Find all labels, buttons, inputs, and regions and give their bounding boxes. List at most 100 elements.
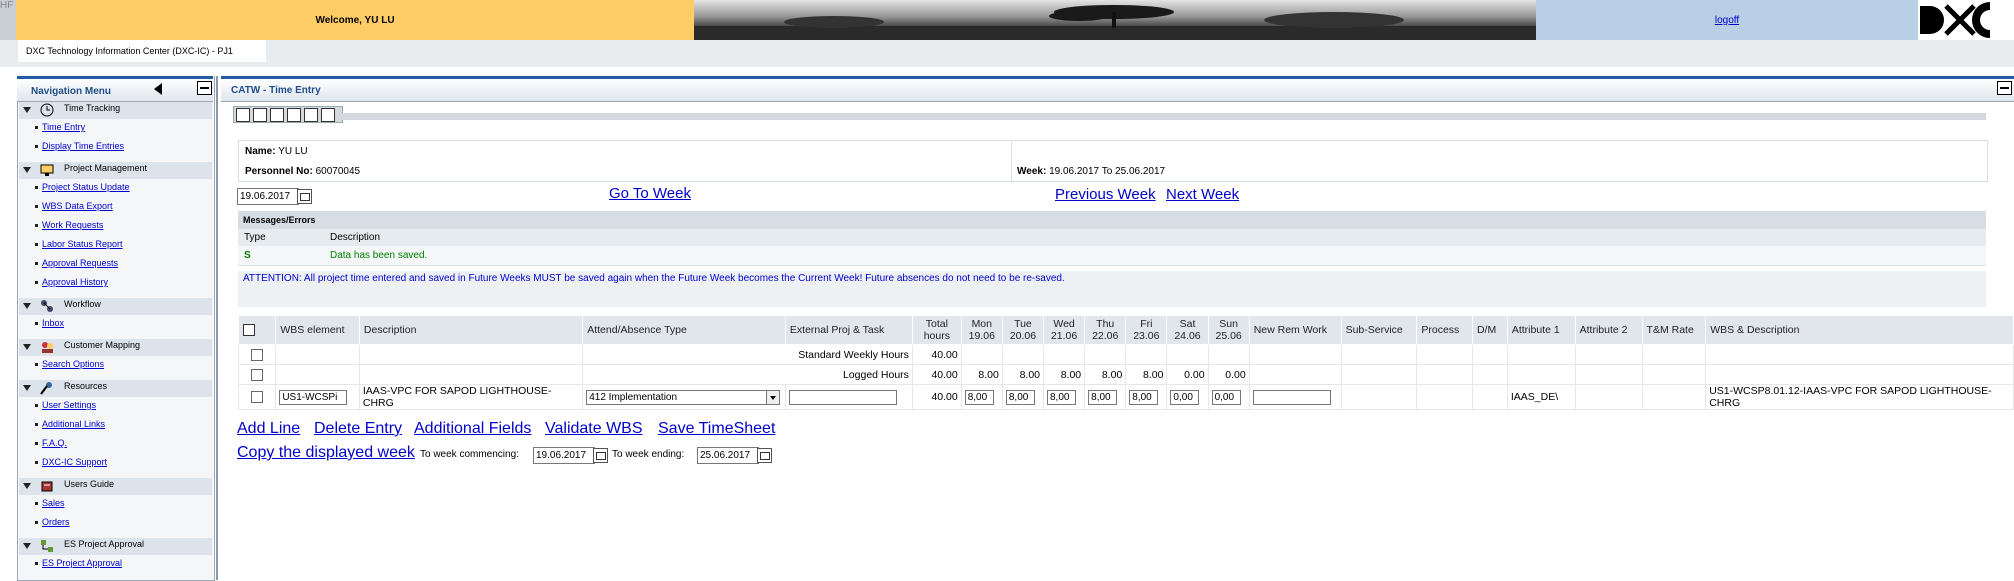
validate-wbs-link[interactable]: Validate WBS — [545, 420, 643, 438]
column-header-mon-19-06: Mon 19.06 — [960, 315, 1003, 345]
calendar-icon[interactable] — [297, 189, 312, 204]
expand-triangle-icon[interactable] — [23, 344, 31, 350]
copy-week-link[interactable]: Copy the displayed week — [237, 444, 415, 462]
toolbar-strip — [341, 113, 1986, 120]
refresh-icon[interactable] — [304, 108, 318, 122]
export-icon[interactable] — [253, 108, 267, 122]
standard-hours-label: Standard Weekly Hours — [582, 344, 913, 365]
row-checkbox[interactable] — [251, 348, 264, 361]
project-icon — [40, 164, 54, 176]
new-rem-work-input[interactable] — [1252, 389, 1331, 405]
nav-section-users-guide[interactable]: Users Guide — [19, 478, 212, 495]
approval-icon — [41, 540, 53, 552]
column-header-fri-23-06: Fri 23.06 — [1125, 315, 1168, 345]
sidebar-item-display-time-entries[interactable]: Display Time Entries — [34, 141, 124, 151]
calendar-icon[interactable] — [593, 448, 608, 463]
dxc-logo-icon — [1920, 2, 1991, 38]
nav-section-project-management[interactable]: Project Management — [19, 162, 212, 179]
entry-description: IAAS-VPC FOR SAPOD LIGHTHOUSE-CHRG — [358, 384, 584, 410]
expand-triangle-icon[interactable] — [23, 107, 31, 113]
sidebar-item-inbox[interactable]: Inbox — [34, 318, 64, 328]
column-header-new-rem-work: New Rem Work — [1248, 315, 1342, 345]
sidebar-item-additional-links[interactable]: Additional Links — [34, 419, 105, 429]
sidebar-item-work-requests[interactable]: Work Requests — [34, 220, 103, 230]
sidebar-item-sales[interactable]: Sales — [35, 498, 65, 508]
day-hours-input[interactable]: 8,00 — [1088, 389, 1118, 405]
commencing-date-input[interactable]: 19.06.2017 — [533, 447, 595, 464]
select-all-icon[interactable] — [243, 324, 255, 337]
expand-triangle-icon[interactable] — [23, 303, 31, 309]
sidebar-item-orders[interactable]: Orders — [35, 517, 70, 527]
print-icon[interactable] — [236, 108, 250, 122]
column-header-sub-service: Sub-Service — [1340, 315, 1418, 345]
row-checkbox[interactable] — [251, 368, 264, 381]
nav-section-label: Users Guide — [64, 479, 115, 489]
welcome-banner: Welcome, YU LU — [16, 0, 694, 40]
sidebar-item-approval-requests[interactable]: Approval Requests — [34, 258, 118, 268]
column-header-sun-25-06: Sun 25.06 — [1207, 315, 1250, 345]
go-to-week-link[interactable]: Go To Week — [609, 185, 691, 202]
add-line-link[interactable]: Add Line — [237, 420, 300, 438]
app-title: DXC Technology Information Center (DXC-I… — [18, 40, 266, 62]
additional-fields-link[interactable]: Additional Fields — [414, 420, 531, 438]
expand-triangle-icon[interactable] — [23, 543, 31, 549]
entry-total: 40.00 — [911, 384, 962, 410]
sidebar-item-labor-status-report[interactable]: Labor Status Report — [35, 239, 123, 249]
column-header-attribute-2: Attribute 2 — [1574, 315, 1643, 345]
sidebar-item-user-settings[interactable]: User Settings — [34, 400, 96, 410]
day-hours-input[interactable]: 8,00 — [964, 389, 994, 405]
collapse-nav-icon[interactable] — [154, 83, 162, 95]
delete-entry-link[interactable]: Delete Entry — [314, 420, 402, 438]
resources-icon — [40, 382, 52, 395]
sidebar-item-time-entry[interactable]: Time Entry — [34, 122, 85, 132]
msg-type-header: Type — [244, 232, 266, 243]
previous-week-link[interactable]: Previous Week — [1055, 186, 1156, 203]
day-hours-input[interactable]: 8,00 — [1005, 389, 1035, 405]
minimize-icon[interactable] — [197, 81, 212, 95]
nav-section-es-project-approval[interactable]: ES Project Approval — [19, 538, 212, 555]
sidebar-item-es-project-approval[interactable]: ES Project Approval — [34, 558, 122, 568]
minimize-main-icon[interactable] — [1997, 81, 2012, 95]
attend-type-select[interactable]: 412 Implementation — [586, 389, 781, 405]
save-icon[interactable] — [270, 108, 284, 122]
sidebar-item-wbs-data-export[interactable]: WBS Data Export — [35, 201, 113, 211]
nav-section-label: ES Project Approval — [64, 539, 145, 549]
sidebar-item-search-options[interactable]: Search Options — [34, 359, 104, 369]
logged-hours-label: Logged Hours — [582, 364, 913, 385]
sidebar-item-project-status-update[interactable]: Project Status Update — [35, 182, 130, 192]
next-week-link[interactable]: Next Week — [1166, 186, 1239, 203]
day-hours-input[interactable]: 8,00 — [1047, 389, 1076, 405]
expand-triangle-icon[interactable] — [23, 483, 31, 489]
workflow-icon — [41, 300, 53, 312]
nav-section-workflow[interactable]: Workflow — [19, 298, 212, 315]
msg-description: Data has been saved. — [330, 250, 428, 261]
logoff-link[interactable]: logoff — [1715, 15, 1739, 26]
attribute1-value: IAAS_DE\ — [1506, 384, 1576, 410]
day-hours-input[interactable]: 8,00 — [1129, 389, 1159, 405]
column-header-total-hours: Total hours — [911, 315, 962, 345]
nav-section-label: Resources — [64, 381, 108, 391]
row-checkbox[interactable] — [251, 391, 264, 404]
calendar-icon[interactable] — [757, 448, 772, 463]
sidebar-item-dxc-ic-support[interactable]: DXC-IC Support — [34, 457, 107, 467]
personnel-number: 60070045 — [315, 166, 361, 177]
logged-day-value: 8.00 — [1042, 364, 1086, 385]
copy-icon[interactable] — [287, 108, 301, 122]
expand-triangle-icon[interactable] — [23, 385, 31, 391]
day-hours-input[interactable]: 0,00 — [1211, 389, 1241, 405]
save-timesheet-link[interactable]: Save TimeSheet — [658, 420, 775, 438]
logged-day-value: 0.00 — [1207, 364, 1250, 385]
wbs-element-input[interactable]: US1-WCSPi — [279, 389, 348, 405]
navigation-title: Navigation Menu — [31, 86, 112, 97]
ending-date-input[interactable]: 25.06.2017 — [697, 447, 759, 464]
external-proj-input[interactable] — [788, 389, 897, 405]
sidebar-item-approval-history[interactable]: Approval History — [34, 277, 108, 287]
help-icon[interactable] — [321, 108, 335, 122]
nav-section-resources[interactable]: Resources — [19, 380, 212, 397]
week-date-input[interactable]: 19.06.2017 — [237, 188, 299, 205]
expand-triangle-icon[interactable] — [23, 167, 31, 173]
sidebar-item-f-a-q-[interactable]: F.A.Q. — [34, 438, 67, 448]
nav-section-time-tracking[interactable]: Time Tracking — [19, 102, 212, 119]
nav-section-customer-mapping[interactable]: Customer Mapping — [19, 339, 212, 356]
day-hours-input[interactable]: 0,00 — [1170, 389, 1200, 405]
